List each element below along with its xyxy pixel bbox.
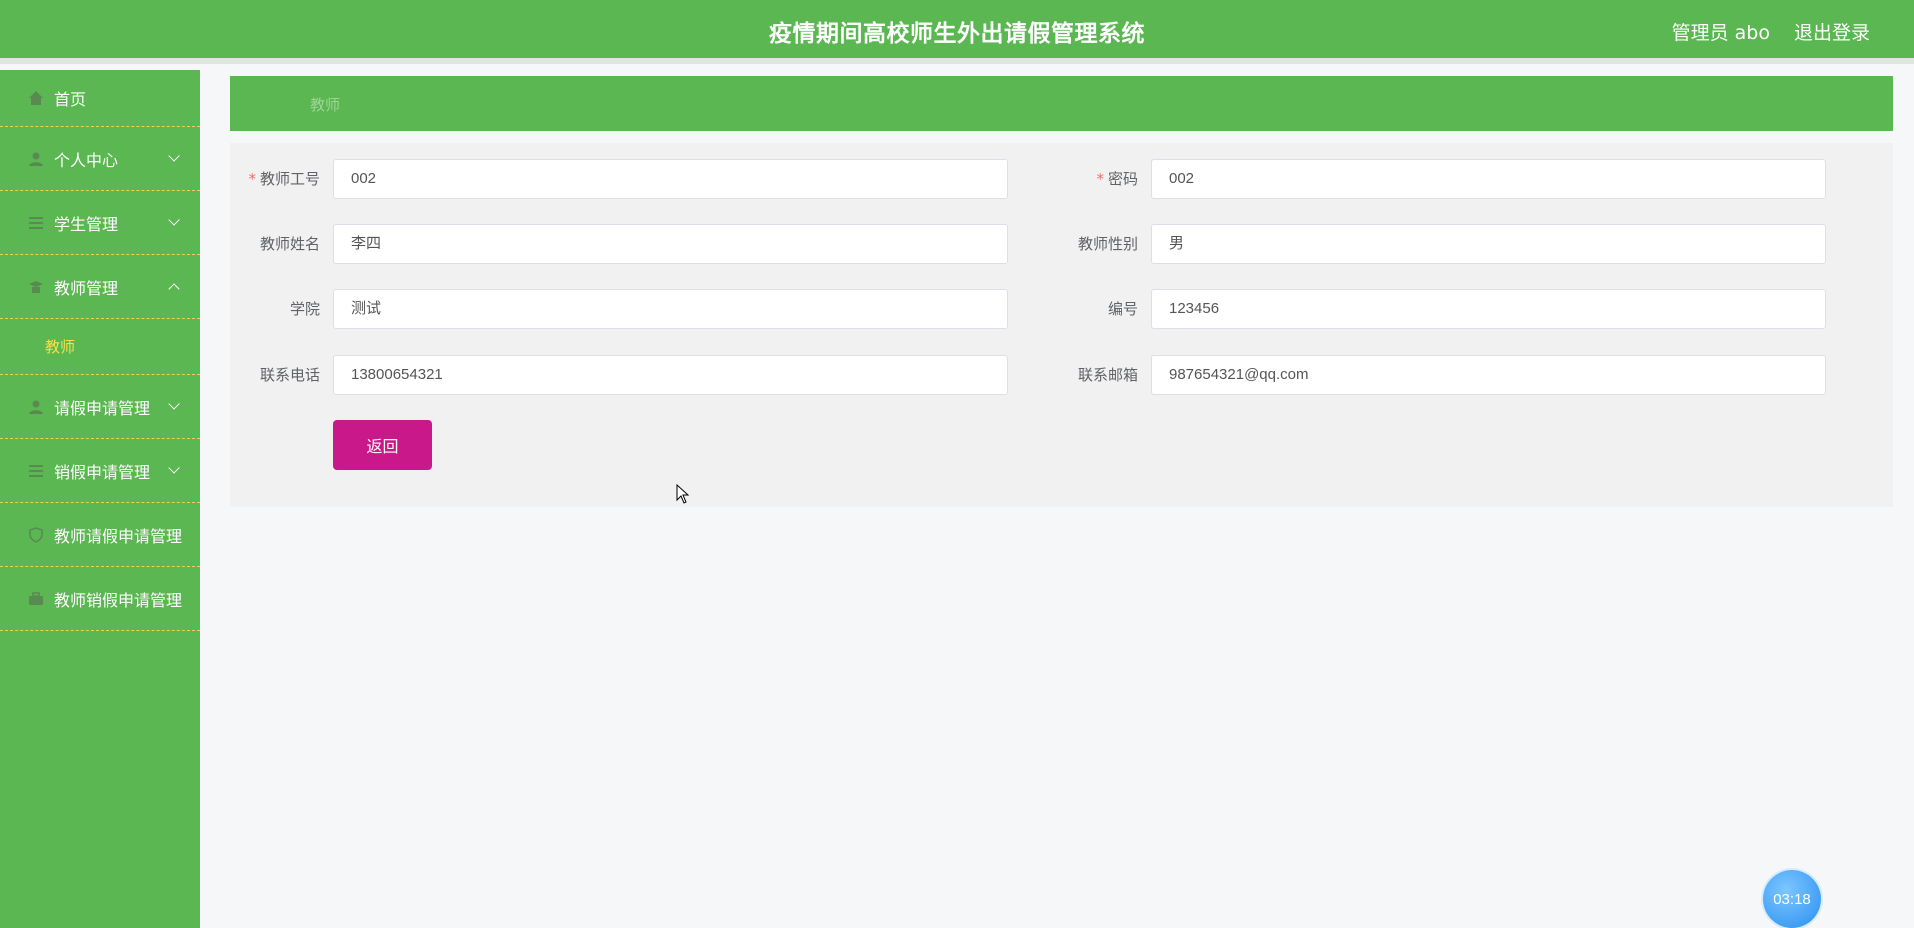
top-header: 疫情期间高校师生外出请假管理系统 管理员 abo 退出登录 (0, 0, 1914, 64)
teacher-id-field[interactable]: 002 (333, 159, 1008, 199)
required-star: * (1096, 170, 1104, 188)
chevron-down-icon (168, 213, 180, 226)
sidebar-item-leave-application[interactable]: 请假申请管理 (0, 375, 200, 439)
user-icon (28, 151, 44, 167)
sidebar-item-label: 请假申请管理 (54, 398, 151, 418)
password-field[interactable]: 002 (1151, 159, 1826, 199)
sidebar-item-label: 个人中心 (54, 150, 119, 170)
sidebar-item-label: 教师销假申请管理 (54, 590, 183, 610)
briefcase-icon (28, 591, 44, 607)
timer-badge[interactable]: 03:18 (1763, 870, 1821, 928)
form-row: 学院 测试 编号 123456 (230, 289, 1893, 329)
mouse-cursor-icon (676, 483, 690, 508)
sidebar-item-student-management[interactable]: 学生管理 (0, 191, 200, 255)
chevron-up-icon (168, 282, 180, 295)
teacher-id-label-text: 教师工号 (259, 170, 320, 188)
logout-link[interactable]: 退出登录 (1794, 18, 1870, 45)
page-title: 疫情期间高校师生外出请假管理系统 (769, 21, 1145, 47)
breadcrumb: 教师 (230, 76, 1893, 131)
form-row: * 教师工号 002 * 密码 002 (230, 159, 1893, 199)
phone-label: 联系电话 (259, 366, 320, 384)
phone-field[interactable]: 13800654321 (333, 355, 1008, 395)
sidebar-item-label: 教师管理 (54, 278, 119, 298)
password-label-text: 密码 (1107, 170, 1138, 188)
email-field[interactable]: 987654321@qq.com (1151, 355, 1826, 395)
list-icon (28, 215, 44, 231)
sidebar-item-leave-cancel[interactable]: 销假申请管理 (0, 439, 200, 503)
list-icon (28, 463, 44, 479)
college-label: 学院 (289, 300, 320, 318)
teacher-detail-form: * 教师工号 002 * 密码 002 教师姓名 李四 教师性别 男 学院 测试 编… (230, 143, 1893, 507)
sidebar-item-home[interactable]: 首页 (0, 70, 200, 127)
chevron-down-icon (168, 397, 180, 410)
college-field[interactable]: 测试 (333, 289, 1008, 329)
shield-icon (28, 526, 44, 543)
current-user-label: 管理员 abo (1671, 22, 1770, 44)
teacher-gender-label: 教师性别 (1077, 235, 1138, 253)
teacher-icon (28, 279, 44, 295)
teacher-name-label: 教师姓名 (259, 235, 320, 253)
home-icon (28, 90, 44, 106)
sidebar-item-label: 教师请假申请管理 (54, 526, 183, 546)
sidebar-item-personal-center[interactable]: 个人中心 (0, 127, 200, 191)
teacher-name-field[interactable]: 李四 (333, 224, 1008, 264)
teacher-gender-field[interactable]: 男 (1151, 224, 1826, 264)
sidebar-item-label: 首页 (54, 90, 87, 109)
sidebar-item-teacher-leave-cancel[interactable]: 教师销假申请管理 (0, 567, 200, 631)
sidebar-item-label: 销假申请管理 (54, 462, 151, 482)
required-star: * (248, 170, 256, 188)
password-label: * 密码 (1048, 159, 1138, 199)
form-row: 教师姓名 李四 教师性别 男 (230, 224, 1893, 264)
email-label: 联系邮箱 (1077, 366, 1138, 384)
sidebar: 首页 个人中心 学生管理 教师管理 教师 请假申请管理 销假申请管理 教师请假申… (0, 70, 200, 928)
breadcrumb-current[interactable]: 教师 (310, 94, 340, 115)
back-button[interactable]: 返回 (333, 420, 432, 470)
number-label: 编号 (1107, 300, 1138, 318)
user-icon (28, 399, 44, 415)
number-field[interactable]: 123456 (1151, 289, 1826, 329)
chevron-down-icon (168, 149, 180, 162)
sidebar-item-teacher-leave[interactable]: 教师请假申请管理 (0, 503, 200, 567)
sidebar-item-label: 学生管理 (54, 214, 119, 234)
chevron-down-icon (168, 461, 180, 474)
teacher-id-label: * 教师工号 (230, 159, 320, 199)
sidebar-subitem-teacher[interactable]: 教师 (0, 319, 200, 375)
form-row: 联系电话 13800654321 联系邮箱 987654321@qq.com (230, 355, 1893, 395)
sidebar-item-teacher-management[interactable]: 教师管理 (0, 255, 200, 319)
